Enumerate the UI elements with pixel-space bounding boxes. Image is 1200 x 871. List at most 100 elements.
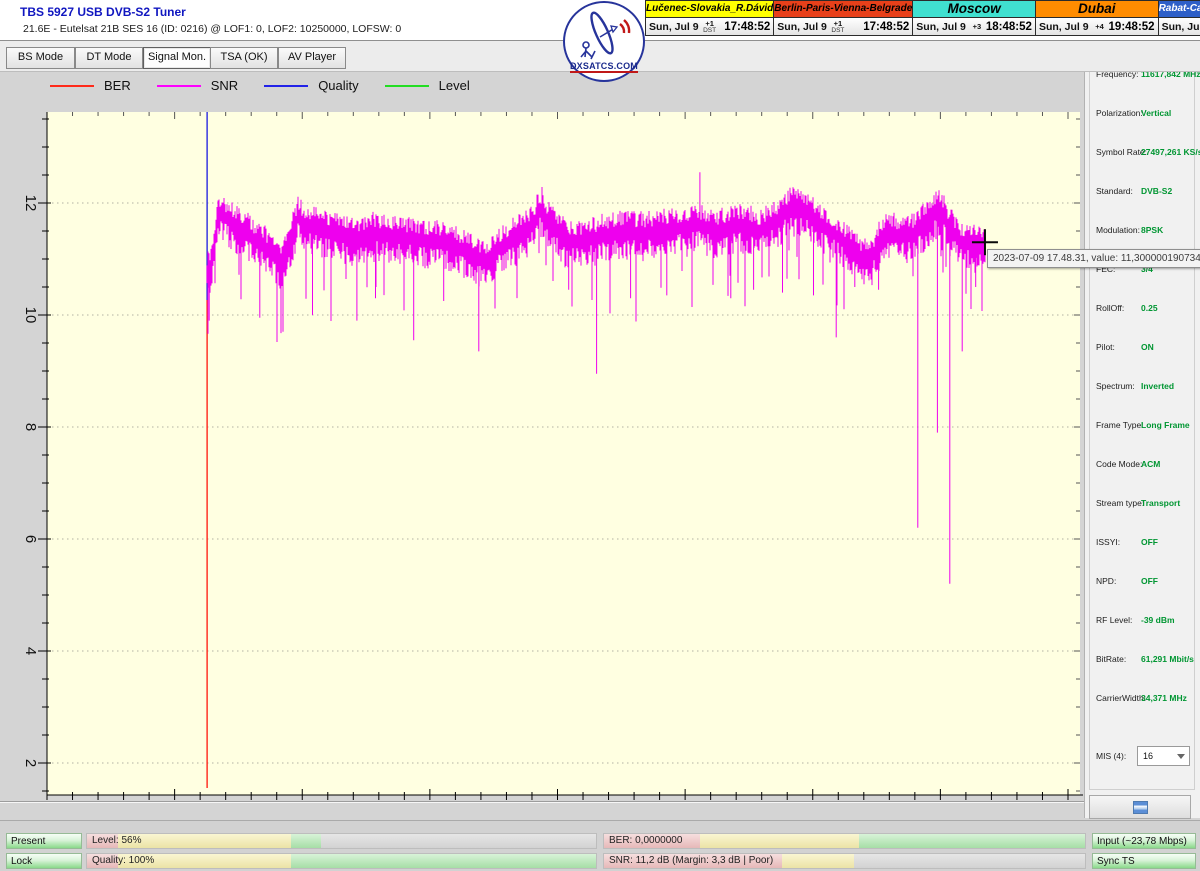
legend-label: Quality (318, 78, 358, 93)
field-frame-type-: Frame Type:Long Frame (1090, 420, 1194, 434)
field-label: Symbol Rate: (1096, 147, 1147, 157)
clock-3: DubaiSun, Jul 9+419:48:52 (1035, 0, 1158, 36)
bar-segment-yellow (118, 834, 291, 848)
stream-list-icon (1133, 801, 1148, 814)
signal-monitor-panel: 24681012 BERSNRQualityLevel (0, 70, 1083, 800)
legend-swatch (157, 85, 201, 87)
field-label: Modulation: (1096, 225, 1140, 235)
tab-tsa-ok-[interactable]: TSA (OK) (210, 47, 278, 69)
field-bitrate-: BitRate:61,291 Mbit/s (1090, 654, 1194, 668)
clock-date: Sun, Jul 9 (1162, 21, 1200, 33)
field-label: CarrierWidth: (1096, 693, 1146, 703)
clock-city-label: Lučenec-Slovakia_R.Dávid (646, 0, 773, 18)
tab-dt-mode[interactable]: DT Mode (75, 47, 143, 69)
chart-legend: BER SNR Quality Level (50, 78, 470, 93)
field-modulation-: Modulation:8PSK (1090, 225, 1194, 239)
clock-time: 17:48:52 (863, 21, 909, 33)
status-badge-lock: Lock (6, 853, 82, 869)
ytick-label-2: 2 (22, 759, 39, 767)
field-value: ACM (1141, 459, 1160, 469)
field-value: Transport (1141, 498, 1180, 508)
field-value: DVB-S2 (1141, 186, 1172, 196)
snr-chart[interactable]: 24681012 (0, 70, 1083, 800)
clock-0: Lučenec-Slovakia_R.DávidSun, Jul 9+1DST1… (645, 0, 773, 36)
legend-label: Level (439, 78, 470, 93)
clock-utc-offset: +1DST (701, 20, 719, 34)
field-value: 34,371 MHz (1141, 693, 1187, 703)
field-standard-: Standard: DVB-S2 (1090, 186, 1194, 200)
field-label: Standard: (1096, 186, 1133, 196)
dxsatcs-logo: DXSATCS.COM (563, 1, 645, 82)
field-value: Inverted (1141, 381, 1174, 391)
progress-bar: Quality: 100% (86, 853, 597, 869)
mis-select[interactable]: 16 (1137, 746, 1190, 766)
clock-time-row: Sun, Jul 9 +3 18:48:52 (913, 18, 1035, 36)
clock-time-row: Sun, Jul 9+419:48:52 (1036, 18, 1158, 36)
status-badge-present: Present (6, 833, 82, 849)
clock-utc-offset: +1DST (829, 20, 847, 34)
legend-swatch (264, 85, 308, 87)
field-code-mode-: Code Mode:ACM (1090, 459, 1194, 473)
mis-selected-value: 16 (1143, 751, 1153, 761)
legend-item-ber: BER (50, 78, 131, 93)
clock-city-label: Moscow (913, 0, 1035, 18)
legend-item-snr: SNR (157, 78, 238, 93)
clock-city-label: Dubai (1036, 0, 1158, 18)
offset-value: +1 (834, 20, 843, 27)
field-label: Code Mode: (1096, 459, 1142, 469)
clock-time: 19:48:52 (1109, 21, 1155, 33)
clock-city-label: Rabat-Casablanca-London (1159, 0, 1200, 18)
tab-signal-mon-[interactable]: Signal Mon. (143, 47, 211, 69)
mis-label: MIS (4): (1096, 751, 1126, 761)
ytick-label-4: 4 (22, 647, 39, 655)
clock-date: Sun, Jul 9 (1039, 21, 1089, 33)
clock-time: 18:48:52 (986, 21, 1032, 33)
field-value: OFF (1141, 576, 1158, 586)
legend-item-quality: Quality (264, 78, 358, 93)
bar-label: BER: 0,0000000 (609, 834, 682, 848)
field-issyi-: ISSYI:OFF (1090, 537, 1194, 551)
stream-list-button[interactable] (1089, 795, 1191, 819)
status-badge-right-0: Input (~23,78 Mbps) (1092, 833, 1196, 849)
field-value: 27497,261 KS/s (1141, 147, 1200, 157)
app-title: TBS 5927 USB DVB-S2 Tuner (20, 5, 186, 19)
tab-bs-mode[interactable]: BS Mode (6, 47, 75, 69)
bar-segment-empty (854, 854, 1085, 868)
mis-row: MIS (4): 16 (1090, 746, 1194, 768)
bar-label: SNR: 11,2 dB (Margin: 3,3 dB | Poor) (609, 854, 773, 868)
field-label: RollOff: (1096, 303, 1124, 313)
clock-date: Sun, Jul 9 (916, 21, 966, 33)
legend-item-level: Level (385, 78, 470, 93)
bar-label: Quality: 100% (92, 854, 154, 868)
bar-label: Level: 56% (92, 834, 141, 848)
progress-bar: BER: 0,0000000 (603, 833, 1086, 849)
field-stream-type-: Stream type:Transport (1090, 498, 1194, 512)
panel-divider (0, 801, 1200, 803)
clock-1: Berlin-Paris-Vienna-BelgradeSun, Jul 9+1… (773, 0, 912, 36)
bar-segment-green (291, 834, 322, 848)
tab-av-player[interactable]: AV Player (278, 47, 346, 69)
field-rf-level-: RF Level:-39 dBm (1090, 615, 1194, 629)
chevron-down-icon (1177, 754, 1185, 759)
field-carrierwidth-: CarrierWidth:34,371 MHz (1090, 693, 1194, 707)
ytick-label-12: 12 (22, 195, 39, 212)
clock-utc-offset: +4 (1091, 23, 1109, 30)
offset-value: +3 (973, 23, 982, 30)
legend-label: BER (104, 78, 131, 93)
bar-segment-empty (321, 834, 596, 848)
chart-tooltip: 2023-07-09 17.48.31, value: 11,300000190… (987, 249, 1200, 268)
field-spectrum-: Spectrum:Inverted (1090, 381, 1194, 395)
clock-time-row: Sun, Jul 9+1DST17:48:52 (774, 18, 912, 36)
satellite-dish-icon (571, 7, 635, 63)
offset-value: +1 (705, 20, 714, 27)
bar-segment-green (291, 854, 596, 868)
field-npd-: NPD:OFF (1090, 576, 1194, 590)
field-polarization-: Polarization:Vertical (1090, 108, 1194, 122)
field-label: Pilot: (1096, 342, 1115, 352)
bar-segment-green (859, 834, 1085, 848)
clock-4: Rabat-Casablanca-LondonSun, Jul 9+116:48… (1158, 0, 1200, 36)
legend-swatch (385, 85, 429, 87)
field-label: Stream type: (1096, 498, 1144, 508)
clock-utc-offset: +3 (968, 23, 986, 30)
legend-swatch (50, 85, 94, 87)
